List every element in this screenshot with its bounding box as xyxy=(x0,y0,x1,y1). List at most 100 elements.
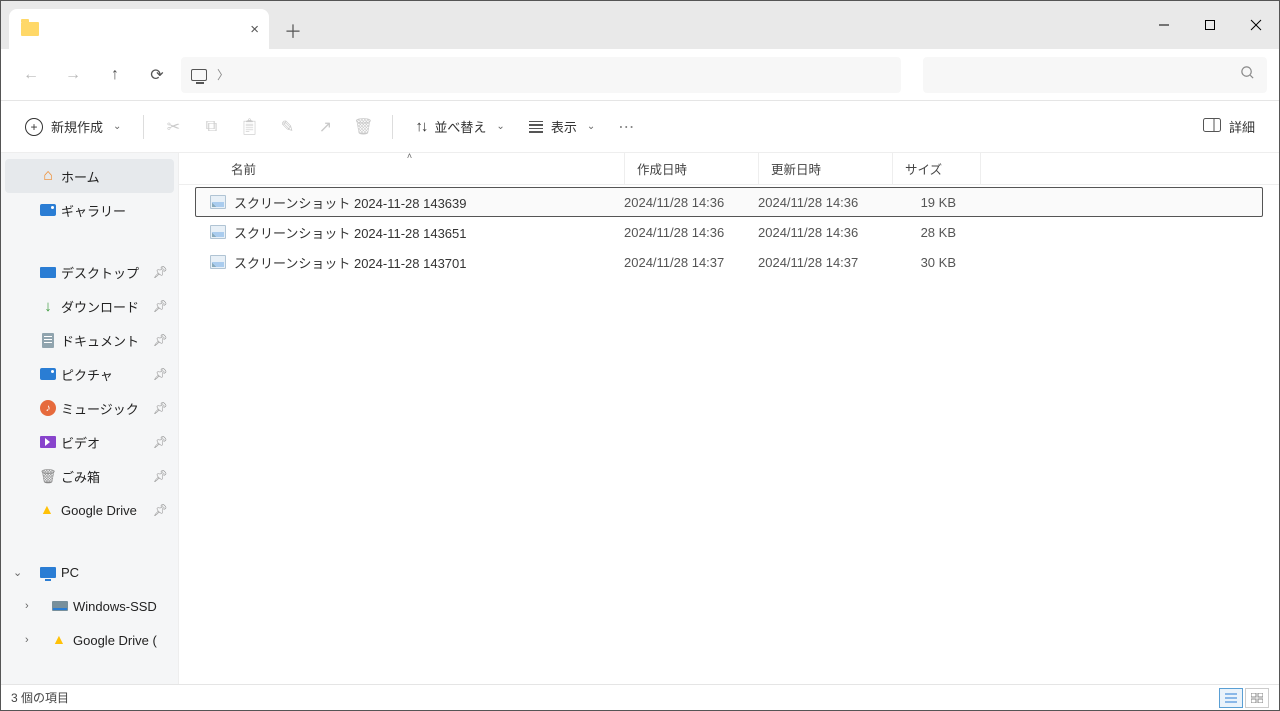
chevron-down-icon[interactable]: ⌄ xyxy=(13,566,22,579)
drive-icon xyxy=(51,597,69,615)
column-header-size[interactable]: サイズ xyxy=(893,153,981,184)
sidebar-label: Google Drive xyxy=(61,503,137,518)
col-label: 更新日時 xyxy=(771,159,821,178)
rename-button[interactable]: ✎ xyxy=(270,109,304,145)
sidebar-item-trash[interactable]: 🗑︎ ごみ箱 📌︎ xyxy=(1,459,178,493)
forward-button[interactable]: → xyxy=(55,57,91,93)
delete-button[interactable]: 🗑︎ xyxy=(346,109,380,145)
tab-current[interactable]: × xyxy=(9,9,269,49)
back-button[interactable]: ← xyxy=(13,57,49,93)
file-list[interactable]: スクリーンショット 2024-11-28 143639 2024/11/28 14… xyxy=(179,185,1279,684)
column-header-modified[interactable]: 更新日時 xyxy=(759,153,893,184)
chevron-down-icon: ⌄ xyxy=(113,121,121,132)
minimize-button[interactable] xyxy=(1141,1,1187,49)
view-label: 表示 xyxy=(551,117,577,136)
sidebar-label: ビデオ xyxy=(61,433,100,452)
paste-button[interactable]: 📋︎ xyxy=(232,109,266,145)
cut-button[interactable]: ✂ xyxy=(156,109,190,145)
trash-icon: 🗑︎ xyxy=(39,467,57,485)
sidebar-item-pc[interactable]: ⌄ PC xyxy=(1,555,178,589)
sort-label: 並べ替え xyxy=(434,117,486,136)
details-label: 詳細 xyxy=(1229,117,1255,136)
maximize-button[interactable] xyxy=(1187,1,1233,49)
new-label: 新規作成 xyxy=(51,117,103,136)
sidebar-item-desktop[interactable]: デスクトップ 📌︎ xyxy=(1,255,178,289)
sidebar-item-video[interactable]: ビデオ 📌︎ xyxy=(1,425,178,459)
sidebar-item-gdrive-drive[interactable]: › Google Drive ( xyxy=(1,623,178,657)
separator xyxy=(143,115,144,139)
sidebar-label: ドキュメント xyxy=(61,331,139,350)
column-header-row: 名前 ˄ 作成日時 更新日時 サイズ xyxy=(179,153,1279,185)
address-bar[interactable]: 〉 xyxy=(181,57,901,93)
refresh-button[interactable]: ⟳ xyxy=(139,57,175,93)
file-size: 28 KB xyxy=(884,225,964,240)
file-created: 2024/11/28 14:36 xyxy=(616,225,750,240)
command-toolbar: + 新規作成 ⌄ ✂ ⧉ 📋︎ ✎ ↗ 🗑︎ ↑↓ 並べ替え ⌄ 表示 ⌄ ⋯ … xyxy=(1,101,1279,153)
file-size: 30 KB xyxy=(884,255,964,270)
thumbnail-view-button[interactable] xyxy=(1245,688,1269,708)
pin-icon: 📌︎ xyxy=(153,435,168,449)
search-icon xyxy=(1240,65,1255,85)
share-button[interactable]: ↗ xyxy=(308,109,342,145)
sidebar-item-gallery[interactable]: ギャラリー xyxy=(1,193,178,227)
details-pane-button[interactable]: 詳細 xyxy=(1193,109,1265,145)
column-header-name[interactable]: 名前 ˄ xyxy=(195,153,625,184)
new-tab-button[interactable]: ＋ xyxy=(275,13,311,49)
sidebar-item-home[interactable]: ⌂ ホーム xyxy=(5,159,174,193)
home-icon: ⌂ xyxy=(39,167,57,185)
file-created: 2024/11/28 14:37 xyxy=(616,255,750,270)
pin-icon: 📌︎ xyxy=(153,333,168,347)
navigation-row: ← → ↑ ⟳ 〉 xyxy=(1,49,1279,101)
file-name: スクリーンショット 2024-11-28 143701 xyxy=(234,253,467,272)
sort-icon: ↑↓ xyxy=(415,118,426,135)
close-tab-icon[interactable]: × xyxy=(250,21,259,38)
chevron-right-icon[interactable]: › xyxy=(25,600,29,612)
pin-icon: 📌︎ xyxy=(153,469,168,483)
gdrive-icon xyxy=(51,631,69,649)
sidebar-item-documents[interactable]: ドキュメント 📌︎ xyxy=(1,323,178,357)
spacer xyxy=(1,227,178,255)
plus-circle-icon: + xyxy=(25,118,43,136)
file-name: スクリーンショット 2024-11-28 143639 xyxy=(234,193,467,212)
close-window-button[interactable] xyxy=(1233,1,1279,49)
sidebar-item-pictures[interactable]: ピクチャ 📌︎ xyxy=(1,357,178,391)
sidebar-item-gdrive[interactable]: Google Drive 📌︎ xyxy=(1,493,178,527)
search-box[interactable] xyxy=(923,57,1267,93)
details-view-button[interactable] xyxy=(1219,688,1243,708)
column-header-created[interactable]: 作成日時 xyxy=(625,153,759,184)
pc-icon xyxy=(191,69,207,81)
file-name: スクリーンショット 2024-11-28 143651 xyxy=(234,223,467,242)
pin-icon: 📌︎ xyxy=(153,265,168,279)
sidebar-item-ssd[interactable]: › Windows-SSD xyxy=(1,589,178,623)
chevron-down-icon: ⌄ xyxy=(496,121,504,132)
file-modified: 2024/11/28 14:37 xyxy=(750,255,884,270)
new-button[interactable]: + 新規作成 ⌄ xyxy=(15,109,131,145)
sort-button[interactable]: ↑↓ 並べ替え ⌄ xyxy=(405,109,514,145)
view-button[interactable]: 表示 ⌄ xyxy=(519,109,605,145)
more-button[interactable]: ⋯ xyxy=(609,109,643,145)
file-row[interactable]: スクリーンショット 2024-11-28 143701 2024/11/28 14… xyxy=(195,247,1263,277)
up-button[interactable]: ↑ xyxy=(97,57,133,93)
copy-button[interactable]: ⧉ xyxy=(194,109,228,145)
image-file-icon xyxy=(210,255,226,269)
sidebar-label: Windows-SSD xyxy=(73,599,157,614)
sidebar-label: ピクチャ xyxy=(61,365,113,384)
file-row[interactable]: スクリーンショット 2024-11-28 143651 2024/11/28 14… xyxy=(195,217,1263,247)
status-bar: 3 個の項目 xyxy=(1,684,1279,710)
pin-icon: 📌︎ xyxy=(153,367,168,381)
sidebar-label: ホーム xyxy=(61,167,100,186)
sidebar-label: ダウンロード xyxy=(61,297,139,316)
chevron-down-icon: ⌄ xyxy=(587,121,595,132)
details-pane-icon xyxy=(1203,118,1221,135)
file-size: 19 KB xyxy=(884,195,964,210)
navigation-sidebar[interactable]: ⌂ ホーム ギャラリー デスクトップ 📌︎ ↓ ダウンロード 📌︎ ドキュメント xyxy=(1,153,179,684)
chevron-right-icon: 〉 xyxy=(217,66,229,83)
chevron-right-icon[interactable]: › xyxy=(25,634,29,646)
sidebar-item-music[interactable]: ♪ ミュージック 📌︎ xyxy=(1,391,178,425)
pc-icon xyxy=(39,563,57,581)
file-row[interactable]: スクリーンショット 2024-11-28 1436392024/11/28 14… xyxy=(195,187,1263,217)
spacer xyxy=(1,527,178,555)
sidebar-item-downloads[interactable]: ↓ ダウンロード 📌︎ xyxy=(1,289,178,323)
sidebar-label: デスクトップ xyxy=(61,263,139,282)
sidebar-label: PC xyxy=(61,565,79,580)
